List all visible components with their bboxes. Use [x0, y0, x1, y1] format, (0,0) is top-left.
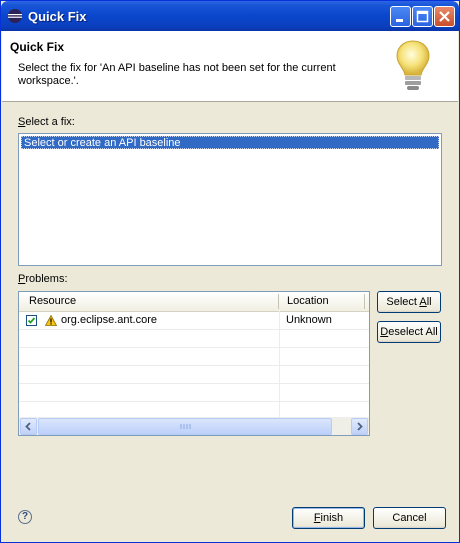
close-icon [439, 11, 450, 22]
warning-icon [45, 315, 57, 326]
column-resource[interactable]: Resource [29, 292, 76, 311]
location-cell: Unknown [286, 314, 332, 326]
header-message: Select the fix for 'An API baseline has … [18, 62, 336, 87]
header-title: Quick Fix [10, 40, 65, 54]
title-bar[interactable]: Quick Fix [1, 1, 459, 31]
problems-table[interactable]: Resource Location org.eclipse.ant.core U… [18, 291, 370, 436]
chevron-left-icon [25, 422, 31, 431]
resource-cell: org.eclipse.ant.core [61, 314, 157, 326]
scroll-left-button[interactable] [20, 418, 37, 435]
window-title: Quick Fix [28, 9, 87, 24]
scroll-thumb[interactable] [38, 418, 332, 435]
lightbulb-icon [396, 40, 430, 90]
horizontal-scrollbar[interactable] [19, 417, 369, 435]
deselect-all-button[interactable]: Deselect All [377, 321, 441, 343]
fix-item-select-baseline[interactable]: Select or create an API baseline [21, 136, 439, 149]
minimize-button[interactable] [390, 6, 411, 27]
table-header: Resource Location [19, 292, 369, 312]
select-all-button[interactable]: Select All [377, 291, 441, 313]
column-location[interactable]: Location [287, 292, 329, 311]
minimize-icon [396, 19, 403, 22]
maximize-button[interactable] [412, 6, 433, 27]
finish-button[interactable]: Finish [292, 507, 365, 529]
grip-icon [180, 424, 191, 429]
close-button[interactable] [434, 6, 455, 27]
row-checkbox[interactable] [26, 315, 37, 326]
dialog-header: Quick Fix Select the fix for 'An API bas… [2, 31, 458, 102]
scroll-right-button[interactable] [351, 418, 368, 435]
quick-fix-dialog: Quick Fix Quick Fix Select the fix for '… [0, 0, 460, 543]
problems-label: Problems: [18, 273, 68, 285]
select-fix-label: Select a fix: [18, 116, 75, 128]
fix-list[interactable]: Select or create an API baseline [18, 133, 442, 266]
cancel-button[interactable]: Cancel [373, 507, 446, 529]
maximize-icon [416, 10, 429, 23]
checkmark-icon [27, 317, 36, 324]
chevron-right-icon [357, 422, 363, 431]
table-row[interactable]: org.eclipse.ant.core Unknown [19, 312, 369, 330]
eclipse-icon [8, 9, 22, 23]
help-icon[interactable]: ? [18, 510, 32, 524]
